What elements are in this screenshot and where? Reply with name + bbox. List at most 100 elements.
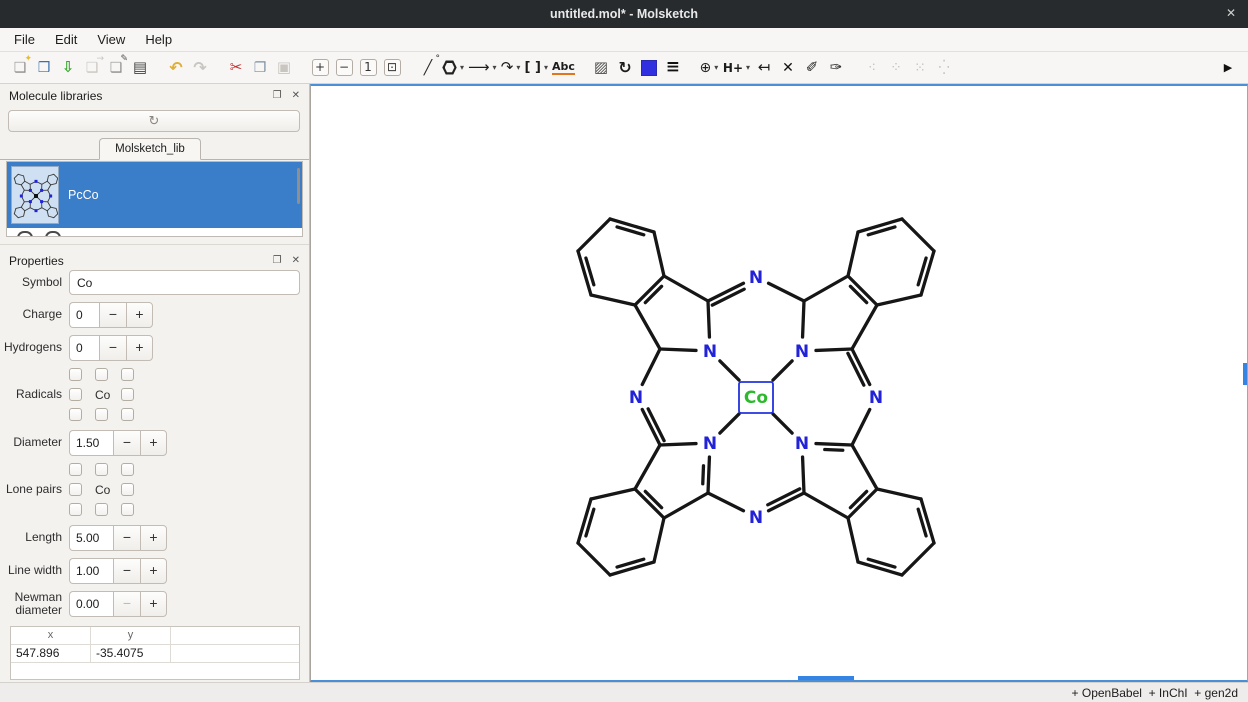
workspace: Molecule libraries ❐ ✕ ↻ Molsketch_lib P… (0, 84, 1248, 682)
menu-view[interactable]: View (87, 29, 135, 50)
checkbox[interactable] (69, 483, 82, 496)
library-refresh-button[interactable]: ↻ (8, 110, 300, 132)
panel-close-icon[interactable]: ✕ (292, 255, 300, 266)
mechanism-tool-2-icon[interactable]: ✑ (824, 55, 848, 81)
menu-help[interactable]: Help (135, 29, 182, 50)
print-icon[interactable]: ▤ (128, 55, 152, 81)
checkbox[interactable] (69, 368, 82, 381)
checkbox[interactable] (121, 503, 134, 516)
n-atom-label[interactable]: N (795, 342, 809, 362)
toolbar-expand-icon[interactable]: ▶ (1216, 55, 1240, 81)
hatch-selection-icon[interactable]: ▨ (589, 55, 613, 81)
canvas-vscrollbar-handle[interactable] (1243, 363, 1247, 385)
checkbox[interactable] (121, 463, 134, 476)
paste-icon: ▣ (272, 55, 296, 81)
newman-diameter-value[interactable]: 0.00 (69, 591, 113, 617)
checkbox[interactable] (121, 368, 134, 381)
checkbox[interactable] (69, 388, 82, 401)
open-file-icon[interactable]: ❒ (32, 55, 56, 81)
menu-edit[interactable]: Edit (45, 29, 87, 50)
library-item-partial[interactable] (7, 228, 302, 237)
checkbox[interactable] (95, 503, 108, 516)
rotate-tool-icon[interactable]: ↻ (613, 55, 637, 81)
length-decrement-button[interactable]: − (113, 525, 140, 551)
n-atom-label[interactable]: N (869, 388, 883, 408)
zoom-original-icon[interactable]: 1 (356, 55, 380, 81)
checkbox[interactable] (95, 368, 108, 381)
line-width-increment-button[interactable]: + (140, 558, 167, 584)
line-width-row: Line width 1.00 − + (0, 558, 309, 584)
color-swatch[interactable] (637, 55, 661, 81)
charge-decrement-button[interactable]: − (99, 302, 126, 328)
mechanism-tool-1-icon[interactable]: ✐ (800, 55, 824, 81)
canvas-hscrollbar-handle[interactable] (798, 676, 854, 680)
table-cell[interactable]: -35.4075 (91, 645, 171, 663)
n-atom-label[interactable]: N (795, 434, 809, 454)
diameter-decrement-button[interactable]: − (113, 430, 140, 456)
export-icon[interactable]: ❏✎ (104, 55, 128, 81)
zoom-out-icon[interactable]: − (332, 55, 356, 81)
menu-file[interactable]: File (4, 29, 45, 50)
zoom-fit-icon[interactable]: ⊡ (380, 55, 404, 81)
length-row: Length 5.00 − + (0, 525, 309, 551)
n-atom-label[interactable]: N (749, 508, 763, 528)
ring-thumbnail-icon (45, 231, 61, 237)
canvas[interactable]: Co N N N N N N N N (310, 84, 1248, 682)
charge-value[interactable]: 0 (69, 302, 99, 328)
line-width-value[interactable]: 1.00 (69, 558, 113, 584)
hydrogens-increment-button[interactable]: + (126, 335, 153, 361)
new-document-icon[interactable]: ❏✦ (8, 55, 32, 81)
delete-tool-icon[interactable]: ✕ (776, 55, 800, 81)
library-item-pcco[interactable]: PcCo (7, 162, 302, 228)
n-atom-label[interactable]: N (703, 434, 717, 454)
library-scrollbar[interactable] (297, 168, 300, 204)
curved-arrow-icon[interactable]: ↷▾ (499, 55, 523, 81)
checkbox[interactable] (69, 408, 82, 421)
hydrogens-value[interactable]: 0 (69, 335, 99, 361)
line-width-decrement-button[interactable]: − (113, 558, 140, 584)
window-close-button[interactable]: ✕ (1226, 6, 1236, 20)
remove-hydrogen-icon[interactable]: ↤ (752, 55, 776, 81)
panel-float-icon[interactable]: ❐ (273, 255, 282, 266)
co-atom-label[interactable]: Co (744, 388, 768, 408)
ring-thumbnail-icon (17, 231, 33, 237)
charge-tool-icon[interactable]: ⊕▾ (697, 55, 721, 81)
table-cell[interactable] (171, 645, 299, 663)
menubar: FileEditViewHelp (0, 28, 1248, 52)
charge-increment-button[interactable]: + (126, 302, 153, 328)
checkbox[interactable] (69, 503, 82, 516)
ring-tool-icon[interactable]: ▾ (440, 55, 466, 81)
newman-diameter-increment-button[interactable]: + (140, 591, 167, 617)
molecule-drawing[interactable]: Co N N N N N N N N (311, 86, 1247, 680)
length-increment-button[interactable]: + (140, 525, 167, 551)
checkbox[interactable] (121, 483, 134, 496)
diameter-value[interactable]: 1.50 (69, 430, 113, 456)
n-atom-label[interactable]: N (749, 268, 763, 288)
cut-icon[interactable]: ✂ (224, 55, 248, 81)
save-icon[interactable]: ⇩ (56, 55, 80, 81)
table-cell[interactable]: 547.896 (11, 645, 91, 663)
line-width-icon[interactable]: ≡ (661, 55, 685, 81)
copy-icon[interactable]: ❐ (248, 55, 272, 81)
diameter-increment-button[interactable]: + (140, 430, 167, 456)
tab-molsketch-lib[interactable]: Molsketch_lib (99, 138, 201, 160)
symbol-input[interactable] (69, 270, 300, 295)
checkbox[interactable] (95, 463, 108, 476)
n-atom-label[interactable]: N (703, 342, 717, 362)
panel-float-icon[interactable]: ❐ (273, 90, 282, 101)
checkbox[interactable] (95, 408, 108, 421)
hydrogen-tool-icon[interactable]: H+▾ (721, 55, 752, 81)
hydrogens-decrement-button[interactable]: − (99, 335, 126, 361)
n-atom-label[interactable]: N (629, 388, 643, 408)
text-tool-icon[interactable]: Abc (550, 55, 577, 81)
length-value[interactable]: 5.00 (69, 525, 113, 551)
checkbox[interactable] (121, 388, 134, 401)
reaction-arrow-icon[interactable]: ⟶▾ (466, 55, 499, 81)
checkbox[interactable] (121, 408, 134, 421)
checkbox[interactable] (69, 463, 82, 476)
undo-icon[interactable]: ↶ (164, 55, 188, 81)
bracket-tool-icon[interactable]: [ ]▾ (523, 55, 550, 81)
zoom-in-icon[interactable]: + (308, 55, 332, 81)
draw-bond-icon[interactable]: ╱° (416, 55, 440, 81)
panel-close-icon[interactable]: ✕ (292, 90, 300, 101)
